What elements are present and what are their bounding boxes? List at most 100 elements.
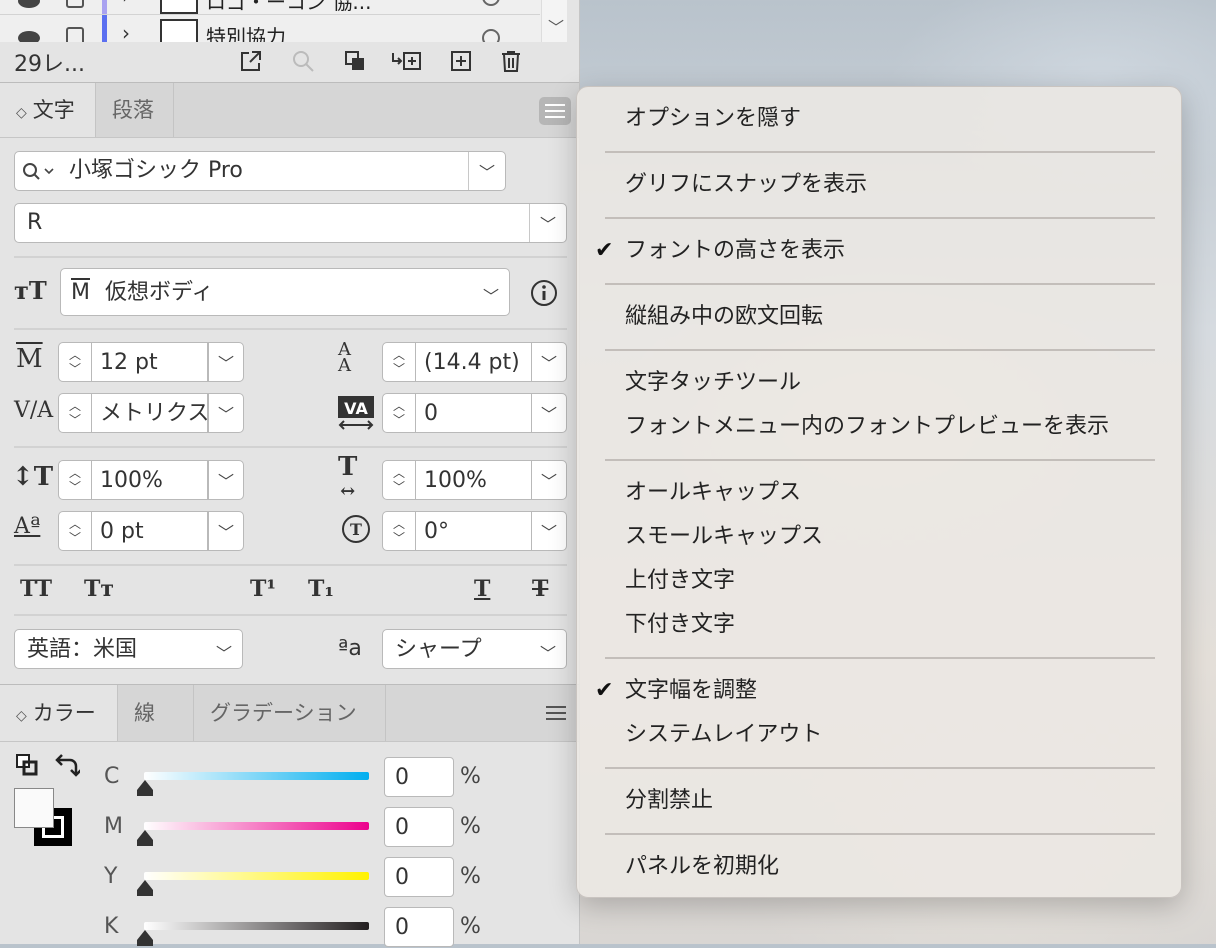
magenta-slider-handle[interactable] (137, 830, 153, 846)
strikethrough-icon[interactable]: T (532, 576, 548, 602)
new-sublayer-icon[interactable] (390, 48, 424, 74)
yellow-slider-handle[interactable] (137, 880, 153, 896)
chevron-down-icon[interactable]: ﹀ (483, 283, 499, 307)
layer-name[interactable]: ロゴ・ーコン 協... (206, 0, 371, 15)
collapse-diamond-icon[interactable]: ◇ (16, 105, 27, 121)
chevron-down-icon[interactable]: ﹀ (208, 342, 244, 382)
default-colors-icon[interactable] (16, 754, 38, 776)
tab-stroke[interactable]: 線 (118, 685, 194, 741)
fill-swatch[interactable] (14, 788, 54, 828)
font-style-field[interactable]: R ﹀ (14, 203, 567, 243)
menu-item-show-font-height[interactable]: フォントの高さを表示 (625, 236, 845, 266)
menu-item-all-caps[interactable]: オールキャップス (625, 478, 801, 508)
chevron-down-icon[interactable]: ﹀ (216, 640, 232, 664)
stepper-arrows-icon[interactable]: ︿ ﹀ (382, 511, 416, 551)
layer-row[interactable]: › 特別協力 (0, 15, 540, 42)
panel-menu-button[interactable] (539, 97, 571, 125)
stepper-arrows-icon[interactable]: ︿ ﹀ (58, 342, 92, 382)
search-icon[interactable] (290, 48, 316, 74)
clipping-mask-icon[interactable] (342, 48, 368, 74)
cyan-value-input[interactable]: 0 (384, 757, 454, 797)
subscript-icon[interactable]: T₁ (308, 576, 334, 602)
chevron-down-icon[interactable]: ﹀ (531, 393, 567, 433)
cyan-slider-track[interactable] (144, 772, 369, 780)
chevron-down-icon[interactable]: ﹀ (531, 460, 567, 500)
chevron-down-icon[interactable]: ﹀ (531, 511, 567, 551)
antialias-select[interactable]: シャープ ﹀ (382, 629, 567, 669)
menu-item-superscript[interactable]: 上付き文字 (625, 566, 735, 596)
menu-item-no-break[interactable]: 分割禁止 (625, 786, 713, 816)
stepper-arrows-icon[interactable]: ︿ ﹀ (58, 460, 92, 500)
menu-item-subscript[interactable]: 下付き文字 (625, 610, 735, 640)
layer-name[interactable]: 特別協力 (206, 21, 286, 42)
tab-color[interactable]: ◇ カラー (0, 685, 118, 741)
chevron-down-icon[interactable]: ﹀ (531, 342, 567, 382)
search-icon[interactable] (21, 160, 61, 184)
underline-icon[interactable]: T (474, 576, 490, 602)
lock-icon[interactable] (66, 27, 84, 42)
vertical-scale-field[interactable]: ︿ ﹀ 100% ﹀ (58, 460, 244, 500)
font-family-field[interactable]: 小塚ゴシック Pro ﹀ (14, 151, 506, 191)
stepper-arrows-icon[interactable]: ︿ ﹀ (58, 393, 92, 433)
menu-item-system-layout[interactable]: システムレイアウト (625, 720, 822, 750)
tab-paragraph[interactable]: 段落 (96, 83, 174, 137)
swap-colors-icon[interactable] (54, 752, 82, 778)
menu-item-touch-type-tool[interactable]: 文字タッチツール (625, 368, 801, 398)
kerning-field[interactable]: ︿ ﹀ メトリクス ﹀ (58, 393, 244, 433)
collapse-diamond-icon[interactable]: ◇ (16, 708, 27, 724)
leading-field[interactable]: ︿ ﹀ (14.4 pt) ﹀ (382, 342, 567, 382)
tab-gradient[interactable]: グラデーション (194, 685, 386, 741)
rotation-field[interactable]: ︿ ﹀ 0° ﹀ (382, 511, 567, 551)
info-icon[interactable] (530, 279, 557, 306)
magenta-value-input[interactable]: 0 (384, 807, 454, 847)
layers-list[interactable]: › ロゴ・ーコン 協... › 特別協力 ﹀ (0, 0, 567, 43)
layer-target-icon[interactable] (482, 29, 500, 42)
black-slider-handle[interactable] (137, 930, 153, 946)
superscript-icon[interactable]: T¹ (250, 576, 276, 602)
chevron-down-icon[interactable]: ﹀ (208, 511, 244, 551)
layer-row[interactable]: › ロゴ・ーコン 協... (0, 0, 540, 15)
black-slider-track[interactable] (144, 922, 369, 930)
expand-arrow-icon[interactable]: › (122, 0, 130, 8)
menu-item-show-font-preview[interactable]: フォントメニュー内のフォントプレビューを表示 (625, 412, 1109, 442)
stepper-arrows-icon[interactable]: ︿ ﹀ (382, 460, 416, 500)
menu-item-fractional-widths[interactable]: 文字幅を調整 (625, 676, 757, 706)
black-value-input[interactable]: 0 (384, 907, 454, 947)
stepper-arrows-icon[interactable]: ︿ ﹀ (58, 511, 92, 551)
stepper-arrows-icon[interactable]: ︿ ﹀ (382, 393, 416, 433)
menu-item-rotate-roman-in-vertical[interactable]: 縦組み中の欧文回転 (625, 302, 823, 332)
lock-icon[interactable] (66, 0, 84, 8)
menu-item-hide-options[interactable]: オプションを隠す (625, 104, 801, 134)
font-size-field[interactable]: ︿ ﹀ 12 pt ﹀ (58, 342, 244, 382)
cyan-slider-handle[interactable] (137, 780, 153, 796)
frame-mode-select[interactable]: M 仮想ボディ ﹀ (60, 268, 510, 316)
menu-item-show-snap-to-glyph[interactable]: グリフにスナップを表示 (625, 170, 867, 200)
trash-icon[interactable] (498, 48, 524, 74)
export-icon[interactable] (238, 48, 264, 74)
layer-target-icon[interactable] (482, 0, 500, 6)
chevron-down-icon[interactable]: ﹀ (208, 393, 244, 433)
all-caps-icon[interactable]: TT (20, 576, 52, 602)
tab-character[interactable]: ◇ 文字 (0, 83, 96, 137)
chevron-down-icon[interactable]: ﹀ (529, 204, 566, 242)
menu-item-reset-panel[interactable]: パネルを初期化 (625, 852, 779, 882)
chevron-down-icon[interactable]: ﹀ (540, 640, 556, 664)
scroll-down-icon[interactable]: ﹀ (548, 14, 564, 38)
baseline-shift-field[interactable]: ︿ ﹀ 0 pt ﹀ (58, 511, 244, 551)
expand-arrow-icon[interactable]: › (122, 21, 130, 42)
stepper-arrows-icon[interactable]: ︿ ﹀ (382, 342, 416, 382)
language-select[interactable]: 英語：米国 ﹀ (14, 629, 243, 669)
horizontal-scale-field[interactable]: ︿ ﹀ 100% ﹀ (382, 460, 567, 500)
small-caps-icon[interactable]: Tт (84, 576, 114, 602)
panel-menu-button[interactable] (540, 699, 572, 727)
menu-item-small-caps[interactable]: スモールキャップス (625, 522, 823, 552)
chevron-down-icon[interactable]: ﹀ (468, 152, 505, 190)
yellow-slider-track[interactable] (144, 872, 369, 880)
layers-scrollbar[interactable]: ﹀ (541, 0, 567, 42)
chevron-down-icon[interactable]: ﹀ (208, 460, 244, 500)
visibility-eye-icon[interactable] (18, 0, 40, 8)
new-layer-icon[interactable] (448, 48, 474, 74)
magenta-slider-track[interactable] (144, 822, 369, 830)
tracking-field[interactable]: ︿ ﹀ 0 ﹀ (382, 393, 567, 433)
yellow-value-input[interactable]: 0 (384, 857, 454, 897)
